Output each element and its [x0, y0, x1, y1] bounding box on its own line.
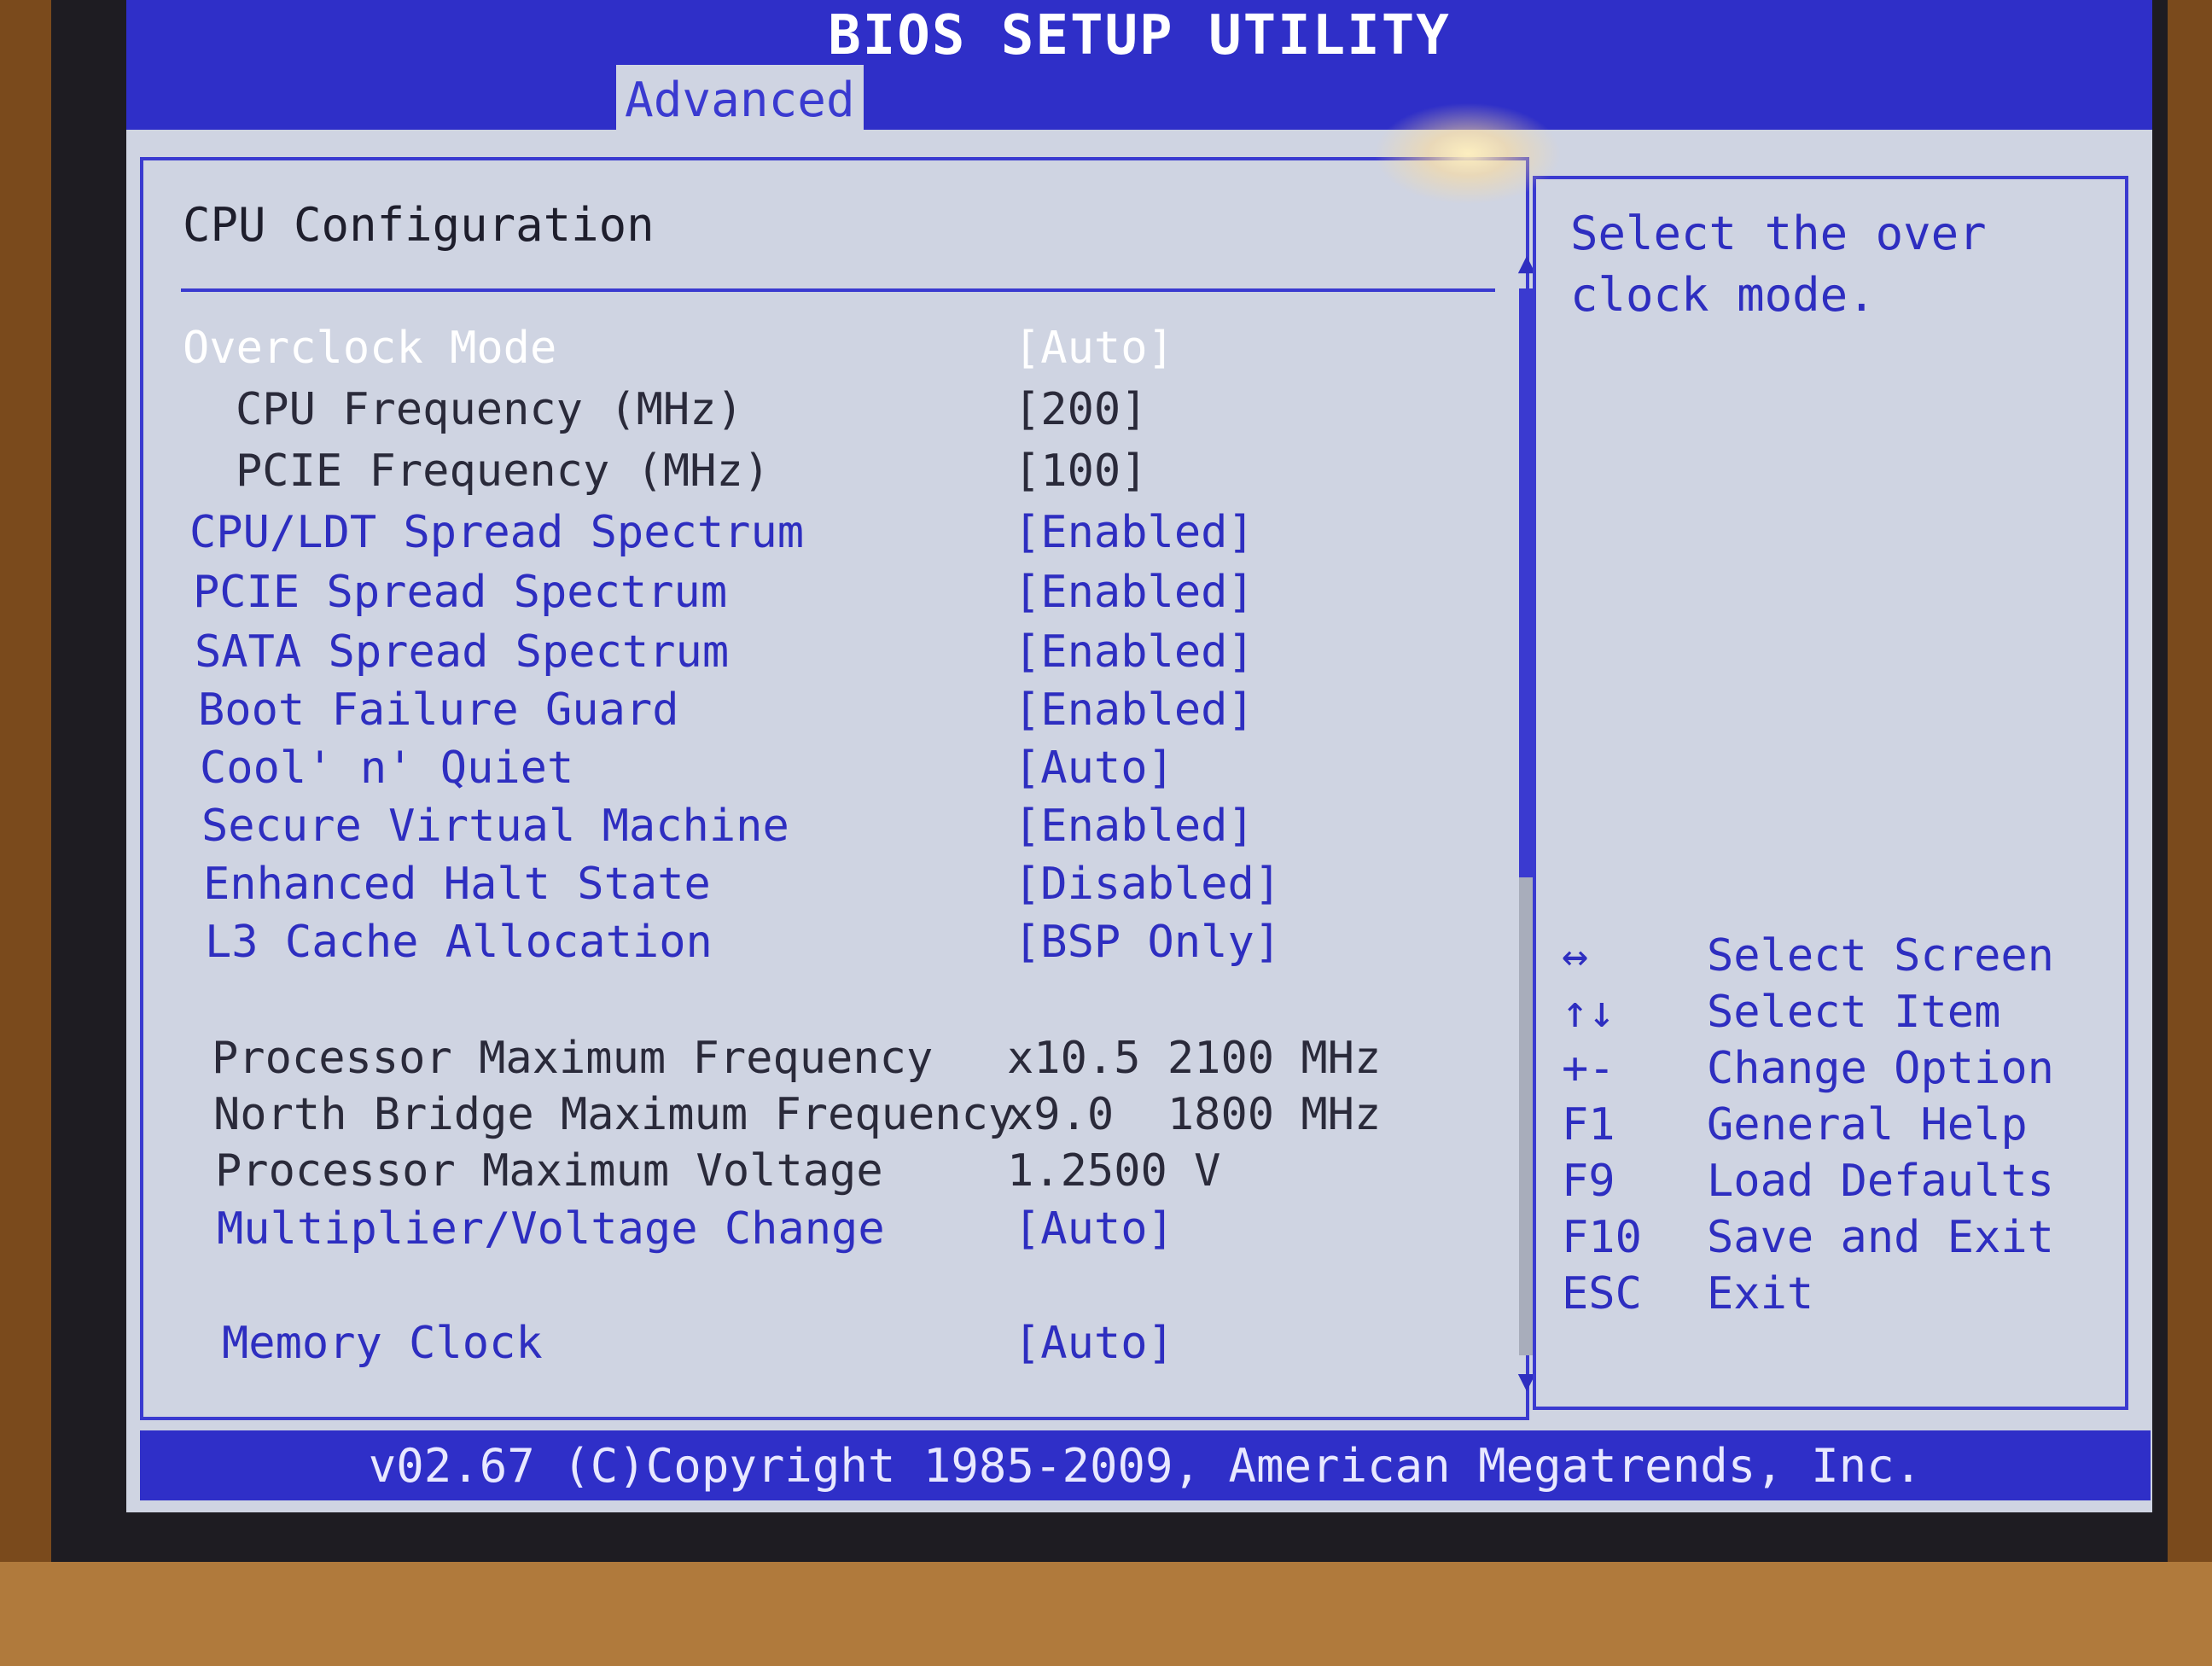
- setting-value[interactable]: [Enabled]: [1014, 567, 1254, 618]
- setting-l3-cache-allocation[interactable]: L3 Cache Allocation [BSP Only]: [143, 917, 1475, 973]
- setting-label: CPU Frequency (MHz): [236, 384, 743, 435]
- key-f1: F1: [1562, 1099, 1615, 1150]
- key-description: Select Screen: [1707, 930, 2054, 982]
- key-hint-select-screen: ↔ Select Screen: [1562, 930, 2108, 987]
- key-hint-exit: ESC Exit: [1562, 1268, 2108, 1325]
- setting-value[interactable]: [Auto]: [1014, 1318, 1174, 1369]
- key-f10: F10: [1562, 1212, 1642, 1263]
- key-f9: F9: [1562, 1156, 1615, 1207]
- key-description: Select Item: [1707, 987, 2001, 1038]
- info-label: North Bridge Maximum Frequency: [213, 1089, 1016, 1140]
- info-north-bridge-max-frequency: North Bridge Maximum Frequency x9.0 1800…: [143, 1089, 1475, 1145]
- setting-enhanced-halt-state[interactable]: Enhanced Halt State [Disabled]: [143, 859, 1475, 915]
- setting-label: Overclock Mode: [183, 323, 557, 374]
- help-description: Select the over clock mode.: [1570, 207, 1987, 322]
- title-divider: [181, 288, 1495, 292]
- setting-value[interactable]: [BSP Only]: [1014, 917, 1281, 968]
- setting-cpu-ldt-spread-spectrum[interactable]: CPU/LDT Spread Spectrum [Enabled]: [143, 507, 1475, 563]
- window-title: BIOS SETUP UTILITY: [126, 0, 2152, 67]
- info-label: Processor Maximum Frequency: [212, 1033, 934, 1084]
- settings-panel: CPU Configuration Overclock Mode [Auto] …: [140, 157, 1535, 1420]
- key-description: Save and Exit: [1707, 1212, 2054, 1263]
- setting-value[interactable]: [Enabled]: [1014, 626, 1254, 678]
- setting-label: Boot Failure Guard: [198, 684, 679, 736]
- key-hint-load-defaults: F9 Load Defaults: [1562, 1156, 2108, 1212]
- tab-bar: Advanced: [126, 65, 2152, 130]
- setting-secure-virtual-machine[interactable]: Secure Virtual Machine [Enabled]: [143, 801, 1475, 857]
- setting-label: Multiplier/Voltage Change: [217, 1203, 885, 1255]
- key-esc: ESC: [1562, 1268, 1642, 1319]
- section-title: CPU Configuration: [183, 198, 655, 252]
- setting-memory-clock[interactable]: Memory Clock [Auto]: [143, 1318, 1475, 1374]
- setting-label: CPU/LDT Spread Spectrum: [189, 507, 805, 558]
- setting-value[interactable]: [100]: [1014, 446, 1148, 497]
- info-label: Processor Maximum Voltage: [215, 1145, 883, 1197]
- setting-label: Memory Clock: [222, 1318, 543, 1369]
- setting-label: Cool' n' Quiet: [200, 743, 574, 794]
- info-processor-max-voltage: Processor Maximum Voltage 1.2500 V: [143, 1145, 1475, 1202]
- setting-label: PCIE Spread Spectrum: [193, 567, 728, 618]
- setting-value[interactable]: [200]: [1014, 384, 1148, 435]
- setting-value[interactable]: [Enabled]: [1014, 801, 1254, 852]
- key-plus-minus: +-: [1562, 1043, 1615, 1094]
- key-hint-change-option: +- Change Option: [1562, 1043, 2108, 1099]
- info-value: x10.5 2100 MHz: [1007, 1033, 1382, 1084]
- key-hint-select-item: ↑↓ Select Item: [1562, 987, 2108, 1043]
- setting-value[interactable]: [Auto]: [1014, 323, 1174, 374]
- key-hint-save-and-exit: F10 Save and Exit: [1562, 1212, 2108, 1268]
- setting-boot-failure-guard[interactable]: Boot Failure Guard [Enabled]: [143, 684, 1475, 741]
- key-hint-general-help: F1 General Help: [1562, 1099, 2108, 1156]
- setting-pcie-frequency[interactable]: PCIE Frequency (MHz) [100]: [143, 446, 1475, 502]
- setting-label: Enhanced Halt State: [203, 859, 711, 910]
- setting-multiplier-voltage-change[interactable]: Multiplier/Voltage Change [Auto]: [143, 1203, 1475, 1260]
- key-arrows-horizontal-icon: ↔: [1562, 930, 1589, 982]
- setting-cpu-frequency[interactable]: CPU Frequency (MHz) [200]: [143, 384, 1475, 440]
- setting-value[interactable]: [Auto]: [1014, 1203, 1174, 1255]
- setting-overclock-mode[interactable]: Overclock Mode [Auto]: [143, 323, 1475, 379]
- monitor-stand-frame: [0, 1562, 2212, 1666]
- help-panel: Select the over clock mode. ↔ Select Scr…: [1533, 176, 2128, 1410]
- tab-advanced[interactable]: Advanced: [616, 65, 864, 130]
- setting-label: SATA Spread Spectrum: [195, 626, 730, 678]
- key-description: Load Defaults: [1707, 1156, 2054, 1207]
- setting-pcie-spread-spectrum[interactable]: PCIE Spread Spectrum [Enabled]: [143, 567, 1475, 623]
- setting-label: Secure Virtual Machine: [201, 801, 789, 852]
- setting-value[interactable]: [Auto]: [1014, 743, 1174, 794]
- setting-label: L3 Cache Allocation: [205, 917, 713, 968]
- key-description: Change Option: [1707, 1043, 2054, 1094]
- setting-value[interactable]: [Enabled]: [1014, 684, 1254, 736]
- setting-sata-spread-spectrum[interactable]: SATA Spread Spectrum [Enabled]: [143, 626, 1475, 683]
- info-processor-max-frequency: Processor Maximum Frequency x10.5 2100 M…: [143, 1033, 1475, 1089]
- key-description: General Help: [1707, 1099, 2028, 1150]
- key-description: Exit: [1707, 1268, 1814, 1319]
- copyright-footer: v02.67 (C)Copyright 1985-2009, American …: [140, 1430, 2151, 1500]
- bios-screen: BIOS SETUP UTILITY Advanced CPU Configur…: [126, 0, 2152, 1512]
- key-arrows-vertical-icon: ↑↓: [1562, 987, 1615, 1038]
- setting-label: PCIE Frequency (MHz): [236, 446, 771, 497]
- setting-value[interactable]: [Disabled]: [1014, 859, 1281, 910]
- info-value: x9.0 1800 MHz: [1007, 1089, 1382, 1140]
- setting-cool-n-quiet[interactable]: Cool' n' Quiet [Auto]: [143, 743, 1475, 799]
- info-value: 1.2500 V: [1007, 1145, 1221, 1197]
- setting-value[interactable]: [Enabled]: [1014, 507, 1254, 558]
